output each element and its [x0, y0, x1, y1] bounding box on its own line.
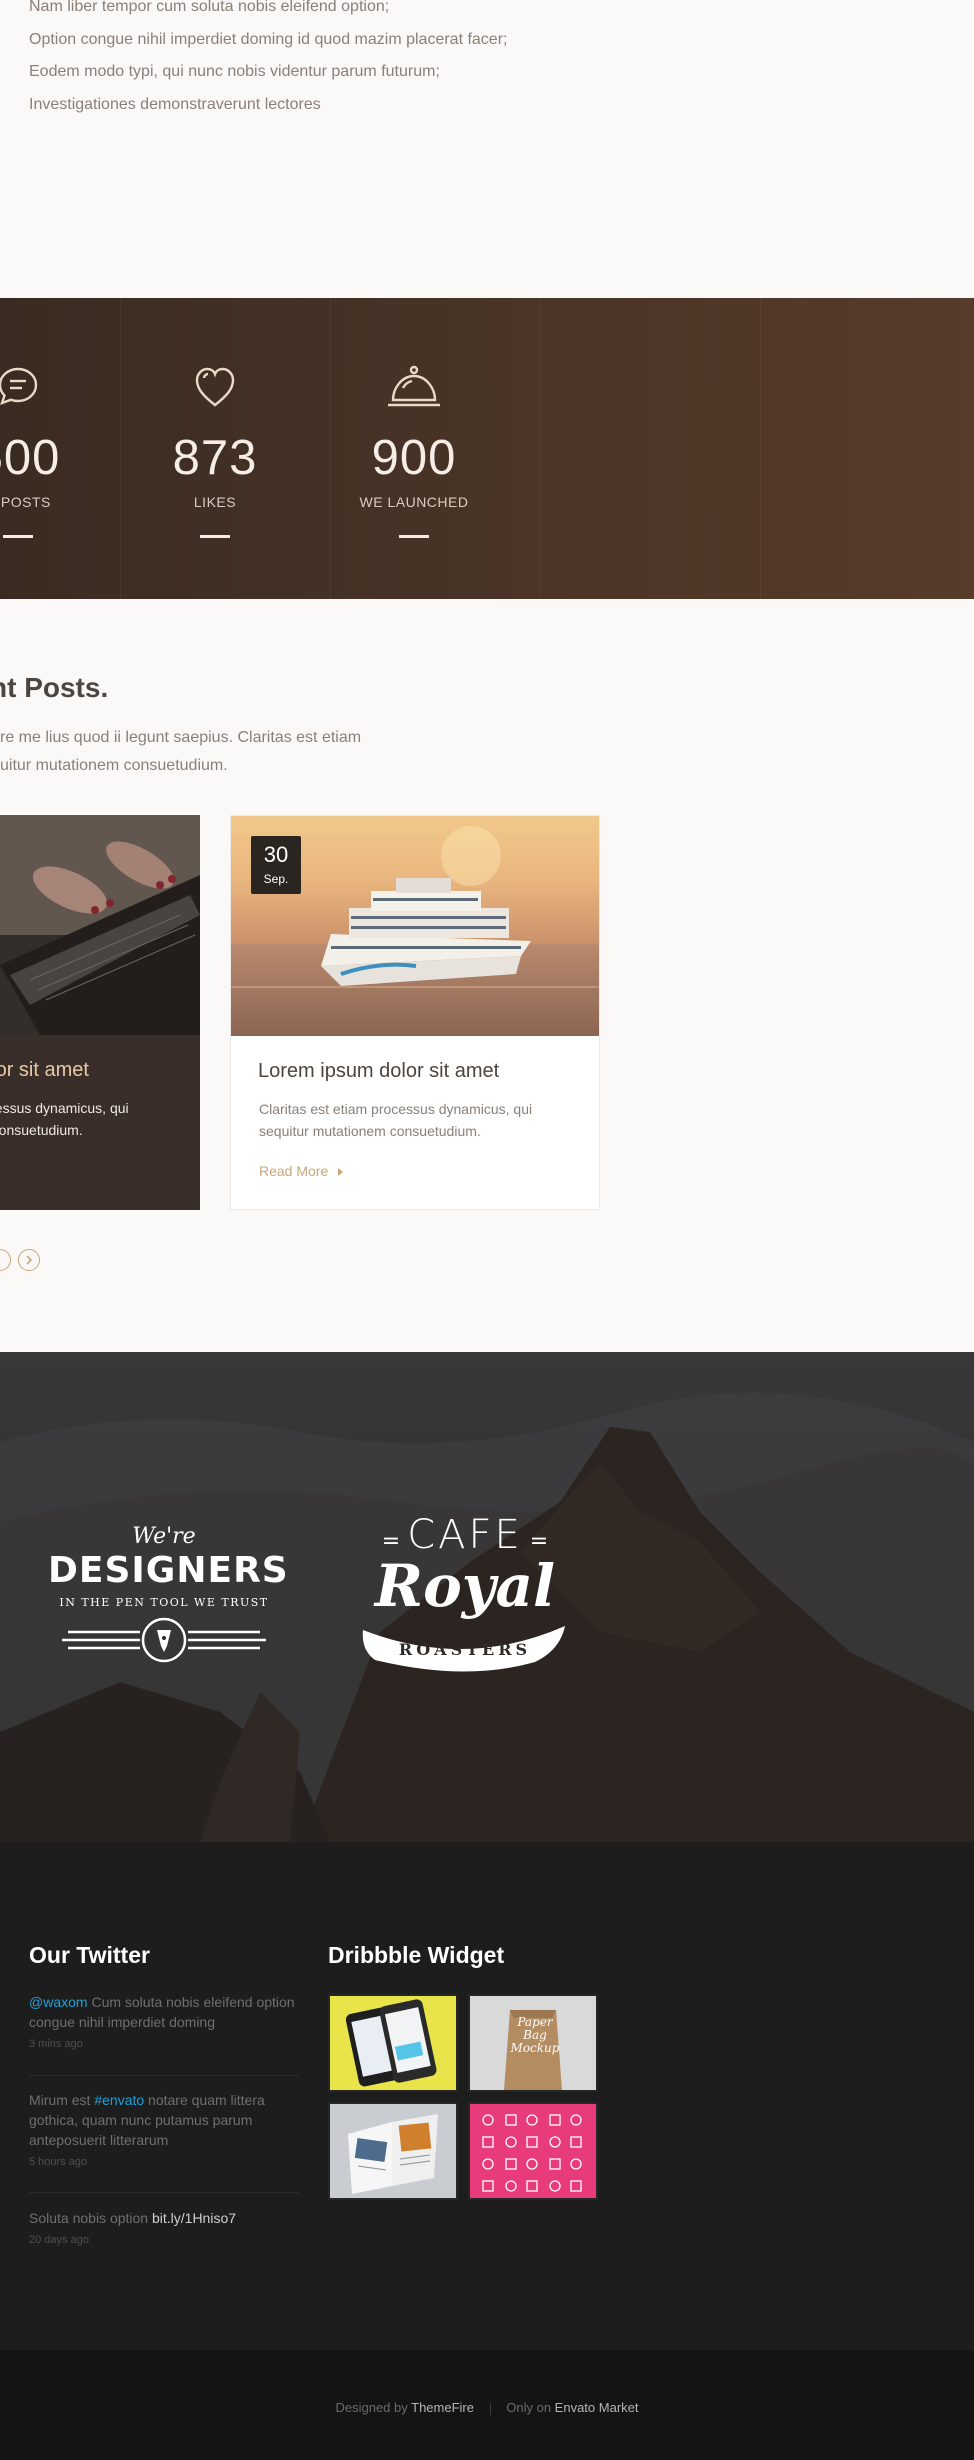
description-line: uitur mutationem consuetudium. [0, 757, 228, 774]
cafe-royal-logo[interactable]: = CAFE = Royal ROASTERS [355, 1512, 575, 1682]
stat-divider [3, 535, 33, 538]
post-card-hovered[interactable]: olor sit amet ocessus dynamicus, qui n c… [0, 815, 200, 1210]
bag-label: Paper Bag Mockup [510, 2015, 560, 2055]
clients-banner: We're DESIGNERS IN THE PEN TOOL WE TRUST… [0, 1352, 974, 1842]
stat-label: LIKES [193, 494, 237, 510]
copyright-text: Designed by ThemeFire Only on Envato Mar… [0, 2400, 974, 2415]
post-excerpt: ocessus dynamicus, qui n consuetudium. [0, 1097, 129, 1141]
stat-divider [399, 535, 429, 538]
list-item: Investigationes demonstraverunt lectores [29, 96, 321, 113]
stat-we-launched: 900 WE LAUNCHED [324, 298, 504, 599]
excerpt-line: ocessus dynamicus, qui [0, 1100, 129, 1116]
tweet-text: Mirum est [29, 2092, 95, 2108]
only-on-label: Only on [506, 2400, 555, 2415]
date-month: Sep. [263, 872, 289, 886]
logo-tagline-text: IN THE PEN TOOL WE TRUST [59, 1596, 269, 1609]
chat-bubble-icon [0, 364, 40, 413]
heart-icon [192, 364, 238, 415]
logo-roasters-text: ROASTERS [398, 1640, 532, 1659]
designed-by-label: Designed by [335, 2400, 412, 2415]
date-badge: 30 Sep. [251, 836, 301, 894]
tweet-time: 5 hours ago [29, 2156, 88, 2168]
section-description: re me lius quod ii legunt saepius. Clari… [0, 724, 361, 780]
dribbble-heading: Dribbble Widget [328, 1942, 505, 1968]
stat-label: WE LAUNCHED [359, 494, 469, 510]
tweet-time: 20 days ago [29, 2234, 89, 2246]
tweet-item: @waxom Cum soluta nobis eleifend option … [29, 1992, 299, 2054]
list-item: Option congue nihil imperdiet doming id … [29, 31, 508, 48]
date-day: 30 [263, 842, 289, 867]
dribbble-shot-paper-bag[interactable]: Paper Bag Mockup [468, 1994, 598, 2092]
description-line: re me lius quod ii legunt saepius. Clari… [0, 729, 362, 746]
dribbble-shot-magazine[interactable] [328, 2102, 458, 2200]
excerpt-line: n consuetudium. [0, 1122, 83, 1138]
post-title[interactable]: Lorem ipsum dolor sit amet [258, 1060, 499, 1083]
post-image-laptop[interactable] [0, 815, 200, 1035]
divider [29, 2192, 299, 2193]
read-more-label: Read More [259, 1163, 329, 1179]
stat-label: G POSTS [0, 494, 51, 510]
tweet-url-link[interactable]: bit.ly/1Hniso7 [152, 2210, 236, 2226]
stat-number: 873 [172, 431, 258, 485]
stat-likes: 873 LIKES [125, 298, 305, 599]
post-title[interactable]: olor sit amet [0, 1059, 89, 1082]
next-arrow-button[interactable] [18, 1249, 40, 1271]
logo-royal-text: Royal [374, 1552, 556, 1620]
list-item: Nam liber tempor cum soluta nobis eleife… [29, 0, 390, 15]
list-item: Eodem modo typi, qui nunc nobis videntur… [29, 63, 440, 80]
stats-section: 500 G POSTS 873 LIKES 900 WE LAUNCHED [0, 298, 974, 599]
dribbble-shot-phones[interactable] [328, 1994, 458, 2092]
footer-widgets: Our Twitter @waxom Cum soluta nobis elei… [0, 1842, 974, 2350]
stat-number: 500 [0, 431, 61, 485]
envato-market-link[interactable]: Envato Market [555, 2400, 639, 2415]
read-more-link[interactable]: Read More [259, 1163, 344, 1179]
pen-nib-icon [62, 1617, 266, 1663]
designers-logo[interactable]: We're DESIGNERS IN THE PEN TOOL WE TRUST [48, 1524, 289, 1684]
stat-blog-posts: 500 G POSTS [0, 298, 108, 599]
service-bell-icon [385, 364, 443, 415]
tweet-time: 3 mins ago [29, 2038, 83, 2050]
prev-arrow-button[interactable] [0, 1249, 11, 1271]
stat-number: 900 [371, 431, 457, 485]
copyright-bar: Designed by ThemeFire Only on Envato Mar… [0, 2350, 974, 2460]
tweet-hashtag-link[interactable]: #envato [94, 2092, 144, 2108]
dribbble-shot-icon-set[interactable] [468, 2102, 598, 2200]
post-card[interactable]: 30 Sep. Lorem ipsum dolor sit amet Clari… [230, 815, 600, 1210]
post-excerpt: Claritas est etiam processus dynamicus, … [259, 1101, 533, 1139]
twitter-heading: Our Twitter [29, 1942, 150, 1968]
stat-divider [200, 535, 230, 538]
chevron-right-icon [26, 1255, 33, 1265]
tweet-text: Soluta nobis option [29, 2210, 152, 2226]
caret-right-icon [338, 1168, 344, 1177]
tweet-handle-link[interactable]: @waxom [29, 1994, 88, 2010]
section-title: nt Posts. [0, 672, 109, 703]
logo-script-text: We're [132, 1524, 196, 1549]
tweet-item: Soluta nobis option bit.ly/1Hniso7 20 da… [29, 2208, 299, 2250]
divider [29, 2075, 299, 2076]
themefire-link[interactable]: ThemeFire [411, 2400, 474, 2415]
separator [489, 2402, 491, 2415]
tweet-item: Mirum est #envato notare quam littera go… [29, 2090, 299, 2172]
logo-title-text: DESIGNERS [48, 1550, 289, 1591]
